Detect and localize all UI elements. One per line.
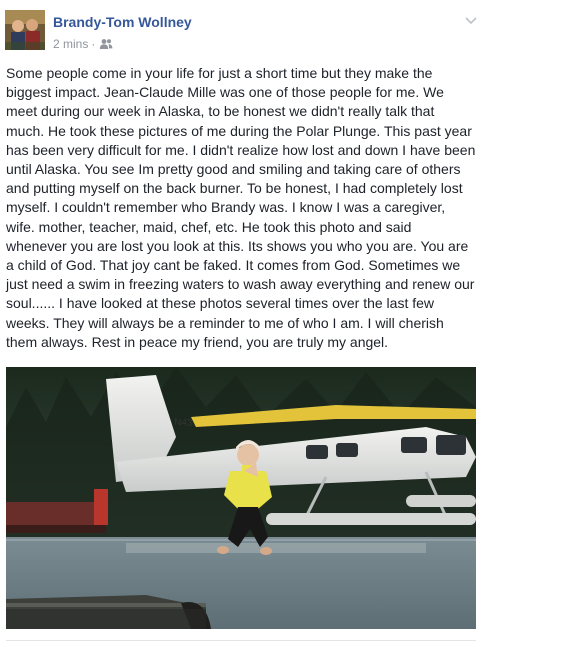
post-photo[interactable]: N435D	[6, 367, 476, 629]
post-card: Brandy-Tom Wollney 2 mins · Some people …	[0, 0, 564, 647]
post-body-text: Some people come in your life for just a…	[6, 65, 476, 350]
post-divider	[6, 640, 476, 641]
author-avatar[interactable]	[5, 10, 45, 50]
chevron-down-icon[interactable]	[462, 13, 480, 29]
author-name-link[interactable]: Brandy-Tom Wollney	[53, 14, 192, 30]
post-timestamp[interactable]: 2 mins	[53, 37, 88, 51]
meta-separator: ·	[91, 37, 96, 51]
post-meta: 2 mins ·	[53, 37, 113, 51]
friends-icon[interactable]	[99, 38, 113, 50]
